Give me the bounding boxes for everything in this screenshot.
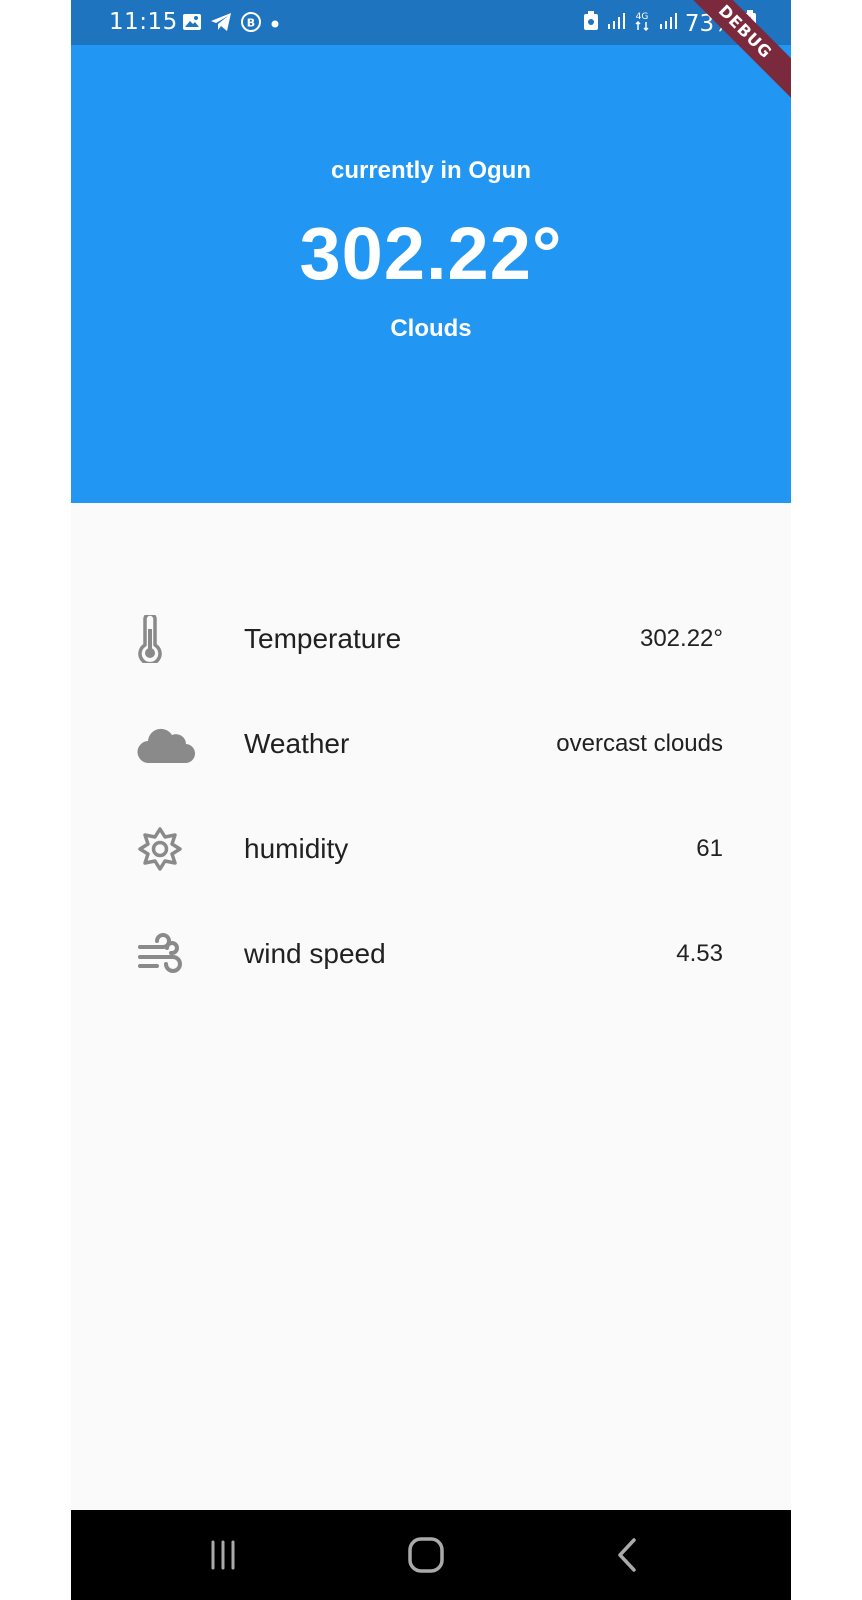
whatsapp-business-icon: B (240, 11, 262, 38)
recent-apps-icon (211, 1540, 235, 1570)
wind-speed-label: wind speed (244, 937, 386, 969)
back-icon (618, 1538, 636, 1572)
signal-icon-2 (658, 12, 678, 35)
status-time: 11:15 (109, 9, 178, 35)
signal-icon (606, 12, 626, 35)
humidity-value: 61 (696, 834, 723, 862)
status-bar: 11:15 B 4G 73% (71, 0, 791, 45)
temperature-label: Temperature (244, 622, 402, 654)
navigation-bar (71, 1510, 791, 1600)
battery-saver-icon (583, 11, 599, 36)
humidity-label: humidity (244, 832, 349, 864)
notification-icons: B (182, 11, 280, 38)
weather-condition: Clouds (390, 315, 472, 342)
location-label: currently in Ogun (330, 157, 531, 184)
gear-icon (137, 824, 197, 874)
more-notifications-icon (270, 16, 280, 34)
gallery-icon (182, 13, 202, 36)
back-button[interactable] (603, 1530, 653, 1580)
app-screen: 11:15 B 4G 73% DEBUG currently in Ogun 3… (71, 0, 791, 1600)
weather-details-list: Temperature 302.22° Weather overcast clo… (71, 586, 791, 1006)
svg-text:4G: 4G (636, 12, 649, 22)
list-item-wind-speed[interactable]: wind speed 4.53 (71, 901, 791, 1006)
list-item-humidity[interactable]: humidity 61 (71, 796, 791, 901)
wind-icon (137, 929, 197, 979)
weather-header: currently in Ogun 302.22° Clouds (71, 45, 791, 503)
cloud-icon (137, 719, 197, 769)
weather-label: Weather (244, 727, 350, 759)
weather-value: overcast clouds (556, 729, 723, 757)
recent-apps-button[interactable] (198, 1530, 248, 1580)
temperature-value: 302.22° (639, 624, 723, 652)
thermometer-icon (137, 614, 197, 664)
telegram-icon (210, 12, 232, 37)
wind-speed-value: 4.53 (676, 939, 723, 967)
current-temperature: 302.22° (299, 212, 563, 295)
home-button[interactable] (401, 1530, 451, 1580)
svg-text:B: B (247, 17, 255, 30)
home-icon (408, 1537, 444, 1573)
network-4g-icon: 4G (633, 10, 651, 37)
list-item-temperature[interactable]: Temperature 302.22° (71, 586, 791, 691)
list-item-weather[interactable]: Weather overcast clouds (71, 691, 791, 796)
